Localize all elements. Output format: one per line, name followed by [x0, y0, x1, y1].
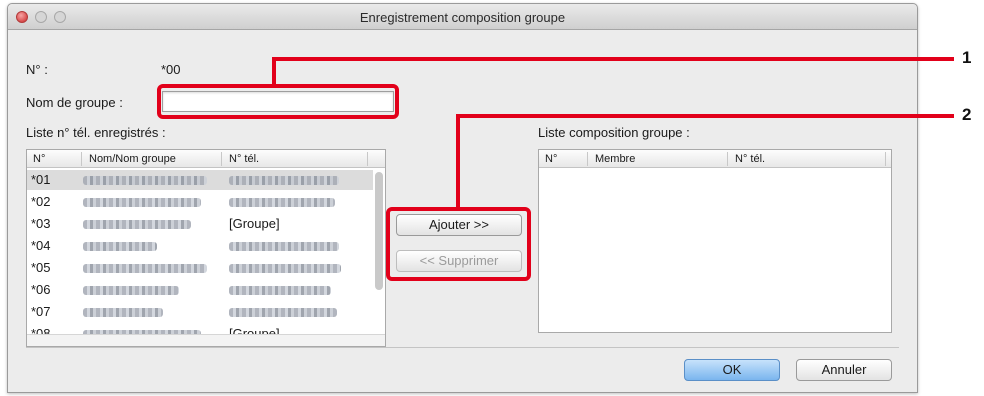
group-list-header: N° Membre N° tél.	[539, 150, 891, 168]
blurred-tel	[229, 242, 339, 251]
blurred-tel	[229, 198, 335, 207]
registered-list-header: N° Nom/Nom groupe N° tél.	[27, 150, 385, 168]
row-number: *07	[31, 304, 51, 319]
blurred-tel	[229, 264, 341, 273]
dialog-window: Enregistrement composition groupe N° : *…	[7, 3, 918, 393]
list-item[interactable]: *01	[27, 170, 373, 190]
list-item[interactable]: *07	[27, 302, 373, 322]
list-item[interactable]: *04	[27, 236, 373, 256]
group-list-title: Liste composition groupe :	[538, 125, 690, 140]
callout-1-highlight	[157, 84, 399, 119]
list-item[interactable]: *03 [Groupe]	[27, 214, 373, 234]
window-title: Enregistrement composition groupe	[359, 10, 566, 25]
registered-numbers-list[interactable]: N° Nom/Nom groupe N° tél. *01 *02 *03 [G…	[26, 149, 386, 347]
number-value: *00	[161, 62, 181, 77]
ok-button[interactable]: OK	[684, 359, 780, 381]
blurred-name	[83, 242, 157, 251]
row-number: *04	[31, 238, 51, 253]
callout-1-line-vertical	[272, 57, 276, 87]
registered-list-title: Liste n° tél. enregistrés :	[26, 125, 166, 140]
list-item[interactable]: *06	[27, 280, 373, 300]
number-label: N° :	[26, 62, 48, 77]
blurred-tel	[229, 286, 331, 295]
row-number: *01	[31, 172, 51, 187]
callout-2-highlight	[386, 207, 531, 281]
blurred-name	[83, 220, 191, 229]
callout-2-line-vertical	[456, 114, 460, 210]
callout-1-number: 1	[962, 48, 972, 67]
group-name-label: Nom de groupe :	[26, 95, 123, 110]
divider	[26, 347, 899, 348]
callout-1-line-horizontal	[272, 57, 954, 61]
column-header-number[interactable]: N°	[545, 153, 557, 165]
column-header-tel[interactable]: N° tél.	[735, 153, 765, 165]
blurred-tel	[229, 308, 337, 317]
blurred-name	[83, 198, 201, 207]
blurred-tel	[229, 176, 339, 185]
vertical-scrollbar[interactable]	[375, 172, 383, 290]
blurred-name	[83, 286, 179, 295]
title-bar: Enregistrement composition groupe	[8, 4, 917, 30]
callout-2-line-horizontal	[456, 114, 954, 118]
blurred-name	[83, 308, 163, 317]
blurred-name	[83, 264, 207, 273]
column-header-member[interactable]: Membre	[595, 153, 635, 165]
list-item[interactable]: *05	[27, 258, 373, 278]
horizontal-scrollbar[interactable]	[27, 334, 385, 346]
group-composition-list[interactable]: N° Membre N° tél.	[538, 149, 892, 333]
blurred-name	[83, 176, 207, 185]
callout-2-number: 2	[962, 105, 972, 124]
column-header-name[interactable]: Nom/Nom groupe	[89, 153, 176, 165]
row-number: *02	[31, 194, 51, 209]
row-tel: [Groupe]	[229, 216, 280, 231]
row-number: *03	[31, 216, 51, 231]
list-item[interactable]: *02	[27, 192, 373, 212]
column-header-tel[interactable]: N° tél.	[229, 153, 259, 165]
row-number: *05	[31, 260, 51, 275]
row-number: *06	[31, 282, 51, 297]
column-header-number[interactable]: N°	[33, 153, 45, 165]
cancel-button[interactable]: Annuler	[796, 359, 892, 381]
